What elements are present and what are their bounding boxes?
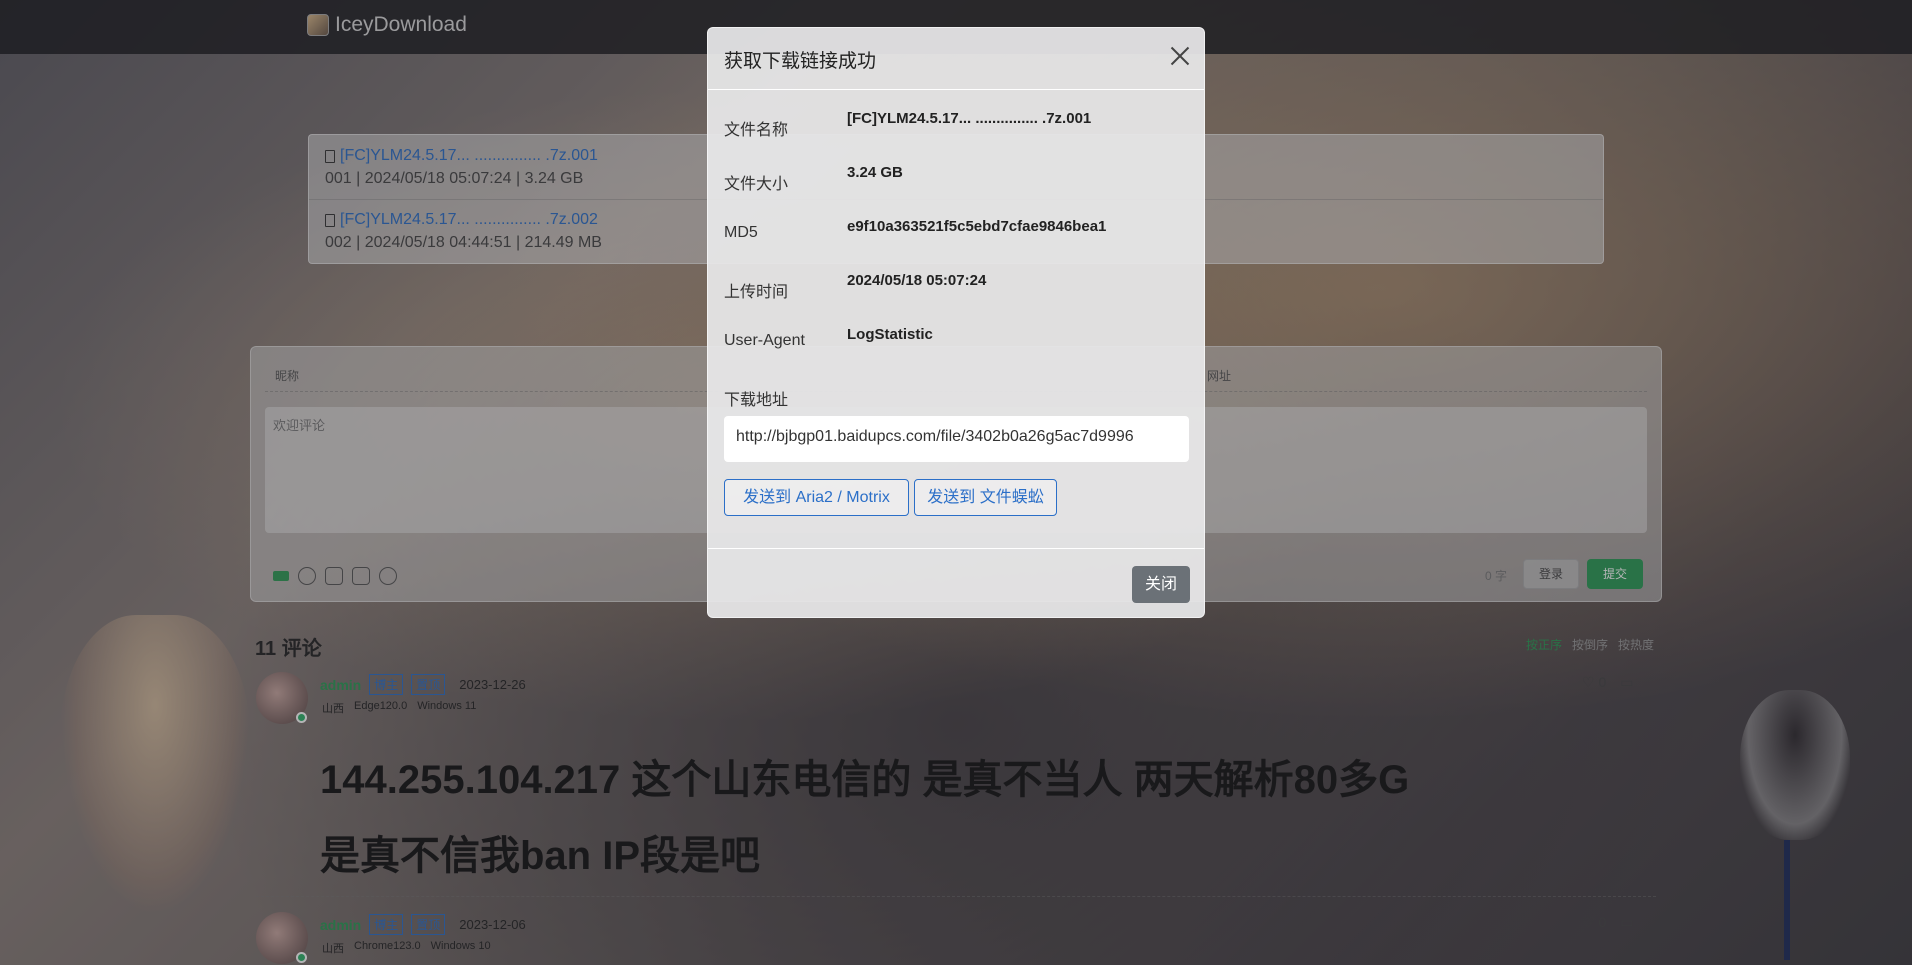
close-icon[interactable] (1170, 46, 1190, 66)
field-label: 文件大小 (724, 176, 789, 193)
download-link-modal: 获取下载链接成功 文件名称 [FC]YLM24.5.17... ........… (707, 27, 1205, 618)
modal-title: 获取下载链接成功 (724, 51, 877, 72)
field-label: MD5 (724, 224, 758, 241)
field-label: 上传时间 (724, 284, 789, 301)
field-label: 下载地址 (724, 392, 789, 409)
download-url-input[interactable]: http://bjbgp01.baidupcs.com/file/3402b0a… (724, 416, 1189, 462)
field-value: 3.24 GB (847, 164, 903, 181)
close-button[interactable]: 关闭 (1132, 566, 1190, 603)
field-value: e9f10a363521f5c5ebd7cfae9846bea1 (847, 218, 1107, 235)
field-value: LogStatistic (847, 326, 933, 343)
field-value: 2024/05/18 05:07:24 (847, 272, 987, 289)
send-to-wenjian-button[interactable]: 发送到 文件蜈蚣 (914, 479, 1057, 516)
send-to-aria2-button[interactable]: 发送到 Aria2 / Motrix (724, 479, 909, 516)
modal-footer (708, 548, 1204, 549)
modal-header: 获取下载链接成功 (708, 28, 1204, 90)
field-label: 文件名称 (724, 122, 789, 139)
field-value: [FC]YLM24.5.17... ............... .7z.00… (847, 110, 1092, 127)
field-label: User-Agent (724, 332, 805, 349)
